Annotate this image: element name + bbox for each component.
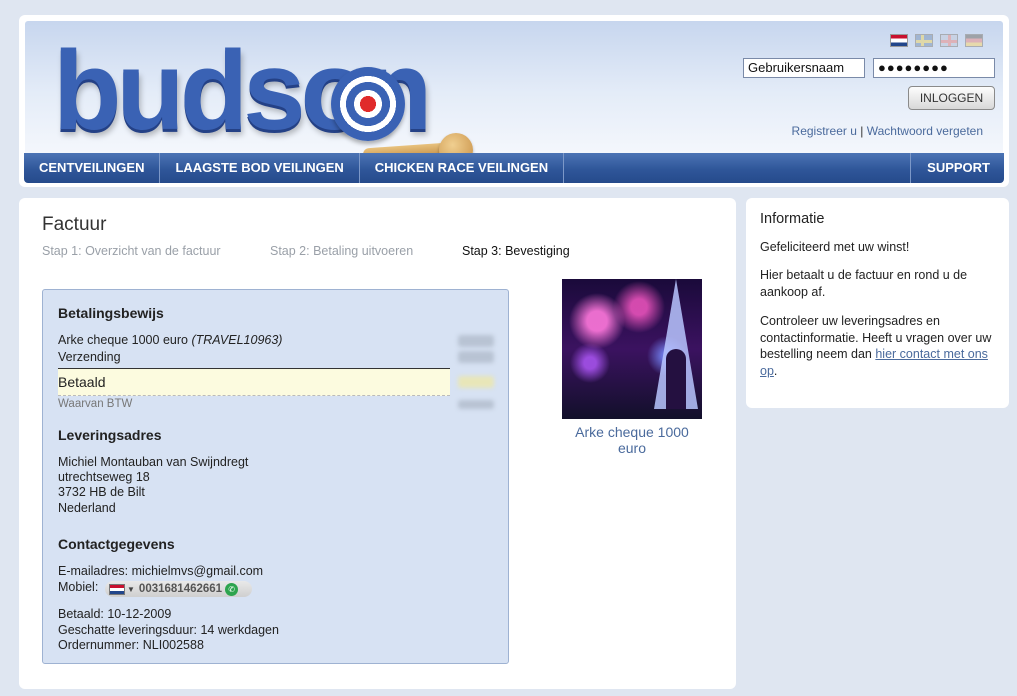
nav-item-laagste-bod[interactable]: LAAGSTE BOD VEILINGEN [160,153,360,183]
page-title: Factuur [42,214,107,235]
step-1: Stap 1: Overzicht van de factuur [42,244,221,258]
shipping-amount-blurred [458,351,494,363]
payment-title: Betalingsbewijs [58,305,164,321]
link-separator: | [860,124,864,138]
step-2: Stap 2: Betaling uitvoeren [270,244,414,258]
shipping-line: Verzending [58,350,121,364]
order-number: Ordernummer: NLI002588 [58,638,204,652]
username-input[interactable]: Gebruikersnaam [743,58,865,78]
phone-widget[interactable]: ▼ 0031681462661 ✆ [105,581,252,597]
sidebar-paragraph: Hier betaalt u de factuur en rond u de a… [760,268,968,299]
item-amount-blurred [458,335,494,347]
vat-line: Waarvan BTW [58,398,133,410]
nav-item-support[interactable]: SUPPORT [911,153,1004,183]
vat-amount-blurred [458,400,494,409]
chevron-down-icon[interactable]: ▼ [127,585,135,594]
delivery-time: Geschatte leveringsduur: 14 werkdagen [58,623,279,637]
invoice-box: Betalingsbewijs Arke cheque 1000 euro (T… [42,289,509,664]
nav-spacer [564,153,912,183]
product-image[interactable] [562,279,702,419]
banner: budson Gebruikersnaam ●●●●●●●● INLOGGEN … [25,21,1003,167]
delivery-title: Leveringsadres [58,427,162,443]
uk-flag-icon[interactable] [940,34,958,47]
login-button[interactable]: INLOGGEN [908,86,995,110]
main-nav: CENTVEILINGEN LAAGSTE BOD VEILINGEN CHIC… [24,153,1004,183]
header: budson Gebruikersnaam ●●●●●●●● INLOGGEN … [19,15,1009,187]
address-line: utrechtseweg 18 [58,470,150,484]
register-link[interactable]: Registreer u [792,124,857,138]
sidebar-contact-paragraph: Controleer uw leveringsadres en contacti… [760,313,1000,379]
nav-item-chicken-race[interactable]: CHICKEN RACE VEILINGEN [360,153,565,183]
checkout-steps: Stap 1: Overzicht van de factuur Stap 2:… [42,244,570,258]
paid-row: Betaald [58,368,450,396]
mobile-label: Mobiel: [58,580,99,594]
call-icon[interactable]: ✆ [225,582,239,596]
budson-logo[interactable]: budson [53,35,473,167]
forgot-password-link[interactable]: Wachtwoord vergeten [867,124,983,138]
target-icon [331,67,405,141]
sidebar-title: Informatie [760,211,825,227]
item-line: Arke cheque 1000 euro (TRAVEL10963) [58,333,282,347]
paid-amount-blurred [458,376,494,388]
item-code: (TRAVEL10963) [191,333,283,347]
info-sidebar: Informatie Gefeliciteerd met uw winst! H… [746,198,1009,408]
login-links: Registreer u | Wachtwoord vergeten [792,124,983,138]
invoice-panel: Factuur Stap 1: Overzicht van de factuur… [19,198,736,689]
address-line: 3732 HB de Bilt [58,485,145,499]
paid-date: Betaald: 10-12-2009 [58,607,172,621]
de-flag-icon[interactable] [965,34,983,47]
item-name: Arke cheque 1000 euro [58,333,192,347]
nav-item-centveilingen[interactable]: CENTVEILINGEN [24,153,161,183]
product-caption-link[interactable]: Arke cheque 1000 euro [562,424,702,456]
language-flags [890,34,983,47]
contact-title: Contactgegevens [58,536,175,552]
se-flag-icon[interactable] [915,34,933,47]
eiffel-tower-arch [666,349,686,409]
password-input[interactable]: ●●●●●●●● [873,58,995,78]
address-line: Michiel Montauban van Swijndregt [58,455,249,469]
paid-label: Betaald [58,374,106,390]
mobile-number: 0031681462661 [138,583,223,595]
sidebar-contact-end: . [773,363,778,378]
sidebar-congrats: Gefeliciteerd met uw winst! [760,240,910,254]
nl-flag-icon [109,583,125,595]
email-line: E-mailadres: michielmvs@gmail.com [58,564,264,578]
address-line: Nederland [58,501,116,515]
nl-flag-icon[interactable] [890,34,908,47]
step-3: Stap 3: Bevestiging [462,244,570,258]
